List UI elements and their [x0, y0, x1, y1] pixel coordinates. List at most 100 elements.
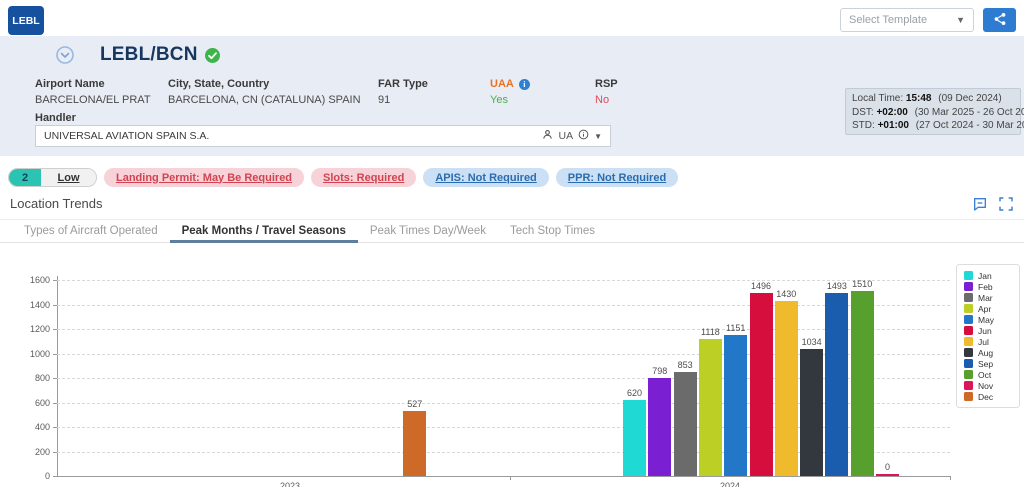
legend-swatch — [964, 326, 973, 335]
bar-mar-2024[interactable] — [674, 372, 697, 476]
share-button[interactable] — [983, 8, 1016, 32]
apis-pill[interactable]: APIS: Not Required — [423, 168, 548, 187]
bar-feb-2024[interactable] — [648, 378, 671, 476]
airport-page: LEBL Select Template ▼ LEBL/BCN Airport … — [0, 0, 1024, 487]
section-title: Location Trends — [10, 196, 103, 211]
risk-level-label[interactable]: Low — [41, 169, 96, 186]
bar-sep-2024[interactable] — [825, 293, 848, 476]
legend-label: Sep — [978, 359, 993, 369]
airport-fields: Airport Name BARCELONA/EL PRAT City, Sta… — [35, 78, 695, 106]
bar-value-label: 1430 — [768, 289, 804, 299]
bar-value-label: 1034 — [794, 337, 830, 347]
legend-item-nov[interactable]: Nov — [964, 380, 1012, 391]
tab-peak-times[interactable]: Peak Times Day/Week — [358, 220, 498, 242]
info-circle-icon[interactable] — [578, 127, 589, 145]
bar-jul-2024[interactable] — [775, 301, 798, 476]
top-bar: LEBL Select Template ▼ — [0, 0, 1024, 36]
tab-peak-months[interactable]: Peak Months / Travel Seasons — [170, 220, 358, 242]
chevron-down-icon: ▼ — [956, 15, 965, 25]
y-tick-label: 200 — [8, 447, 50, 457]
bar-value-label: 0 — [870, 462, 906, 472]
field-uaa: UAA i Yes — [490, 78, 595, 106]
legend-item-sep[interactable]: Sep — [964, 358, 1012, 369]
local-time-value: 15:48 — [906, 93, 932, 104]
y-tick-label: 0 — [8, 471, 50, 481]
fullscreen-icon[interactable] — [998, 196, 1014, 217]
bar-dec-2023[interactable] — [403, 411, 426, 476]
legend-item-jul[interactable]: Jul — [964, 336, 1012, 347]
handler-icons: UA ▼ — [542, 127, 610, 145]
y-tick-mark — [53, 378, 57, 379]
legend-swatch — [964, 381, 973, 390]
field-value: Yes — [490, 94, 595, 106]
handler-code: UA — [558, 130, 573, 142]
bar-oct-2024[interactable] — [851, 291, 874, 476]
legend-label: Oct — [978, 370, 991, 380]
legend-item-feb[interactable]: Feb — [964, 281, 1012, 292]
legend-label: Apr — [978, 304, 991, 314]
handler-label: Handler — [35, 112, 76, 124]
legend-item-apr[interactable]: Apr — [964, 303, 1012, 314]
collapse-chevron-icon[interactable] — [56, 46, 74, 64]
gridline — [57, 305, 950, 306]
std-range: (27 Oct 2024 - 30 Mar 2025) — [916, 120, 1024, 131]
section-icons — [972, 196, 1014, 217]
field-value: No — [595, 94, 695, 106]
y-tick-mark — [53, 280, 57, 281]
y-tick-label: 800 — [8, 373, 50, 383]
legend-swatch — [964, 282, 973, 291]
info-icon[interactable]: i — [519, 79, 530, 90]
bar-aug-2024[interactable] — [800, 349, 823, 476]
legend-item-jan[interactable]: Jan — [964, 270, 1012, 281]
legend-item-dec[interactable]: Dec — [964, 391, 1012, 402]
landing-permit-pill[interactable]: Landing Permit: May Be Required — [104, 168, 304, 187]
tab-types-of-aircraft[interactable]: Types of Aircraft Operated — [12, 220, 170, 242]
gridline — [57, 329, 950, 330]
field-label: City, State, Country — [168, 78, 378, 90]
local-time-date: (09 Dec 2024) — [938, 93, 1001, 104]
legend-swatch — [964, 392, 973, 401]
x-axis-label-2024: 2024 — [700, 481, 760, 487]
y-tick-label: 1600 — [8, 275, 50, 285]
bar-value-label: 1510 — [844, 279, 880, 289]
legend-item-mar[interactable]: Mar — [964, 292, 1012, 303]
field-city-state-country: City, State, Country BARCELONA, CN (CATA… — [168, 78, 378, 106]
bar-jun-2024[interactable] — [750, 293, 773, 476]
y-tick-label: 1200 — [8, 324, 50, 334]
legend-item-aug[interactable]: Aug — [964, 347, 1012, 358]
risk-level-pill[interactable]: 2 Low — [8, 168, 97, 187]
field-value: BARCELONA/EL PRAT — [35, 94, 168, 106]
person-icon — [542, 127, 553, 145]
local-time-row: Local Time: 15:48 (09 Dec 2024) — [852, 92, 1014, 106]
legend-label: Nov — [978, 381, 993, 391]
bar-apr-2024[interactable] — [699, 339, 722, 476]
page-title: LEBL/BCN — [100, 44, 198, 66]
tab-tech-stop-times[interactable]: Tech Stop Times — [498, 220, 607, 242]
legend-swatch — [964, 304, 973, 313]
comment-icon[interactable] — [972, 196, 988, 217]
x-tick-mark — [950, 476, 951, 480]
legend-item-oct[interactable]: Oct — [964, 369, 1012, 380]
legend-swatch — [964, 271, 973, 280]
y-tick-label: 1000 — [8, 349, 50, 359]
slots-pill[interactable]: Slots: Required — [311, 168, 416, 187]
legend-item-jun[interactable]: Jun — [964, 325, 1012, 336]
select-template-dropdown[interactable]: Select Template ▼ — [840, 8, 974, 32]
legend-item-may[interactable]: May — [964, 314, 1012, 325]
bar-may-2024[interactable] — [724, 335, 747, 476]
bar-jan-2024[interactable] — [623, 400, 646, 476]
field-airport-name: Airport Name BARCELONA/EL PRAT — [35, 78, 168, 106]
bar-value-label: 1151 — [718, 323, 754, 333]
peak-months-bar-chart: JanFebMarAprMayJunJulAugSepOctNovDec 0 20… — [0, 250, 1024, 487]
field-label: RSP — [595, 78, 695, 90]
y-tick-label: 600 — [8, 398, 50, 408]
handler-input[interactable] — [36, 130, 542, 142]
field-far-type: FAR Type 91 — [378, 78, 490, 106]
legend-label: May — [978, 315, 994, 325]
airport-code-button[interactable]: LEBL — [8, 6, 44, 35]
ppr-pill[interactable]: PPR: Not Required — [556, 168, 678, 187]
dst-row: DST: +02:00 (30 Mar 2025 - 26 Oct 2025) — [852, 106, 1014, 120]
chevron-down-icon[interactable]: ▼ — [594, 132, 602, 141]
dst-value: +02:00 — [876, 107, 907, 118]
bar-nov-2024[interactable] — [876, 474, 899, 476]
